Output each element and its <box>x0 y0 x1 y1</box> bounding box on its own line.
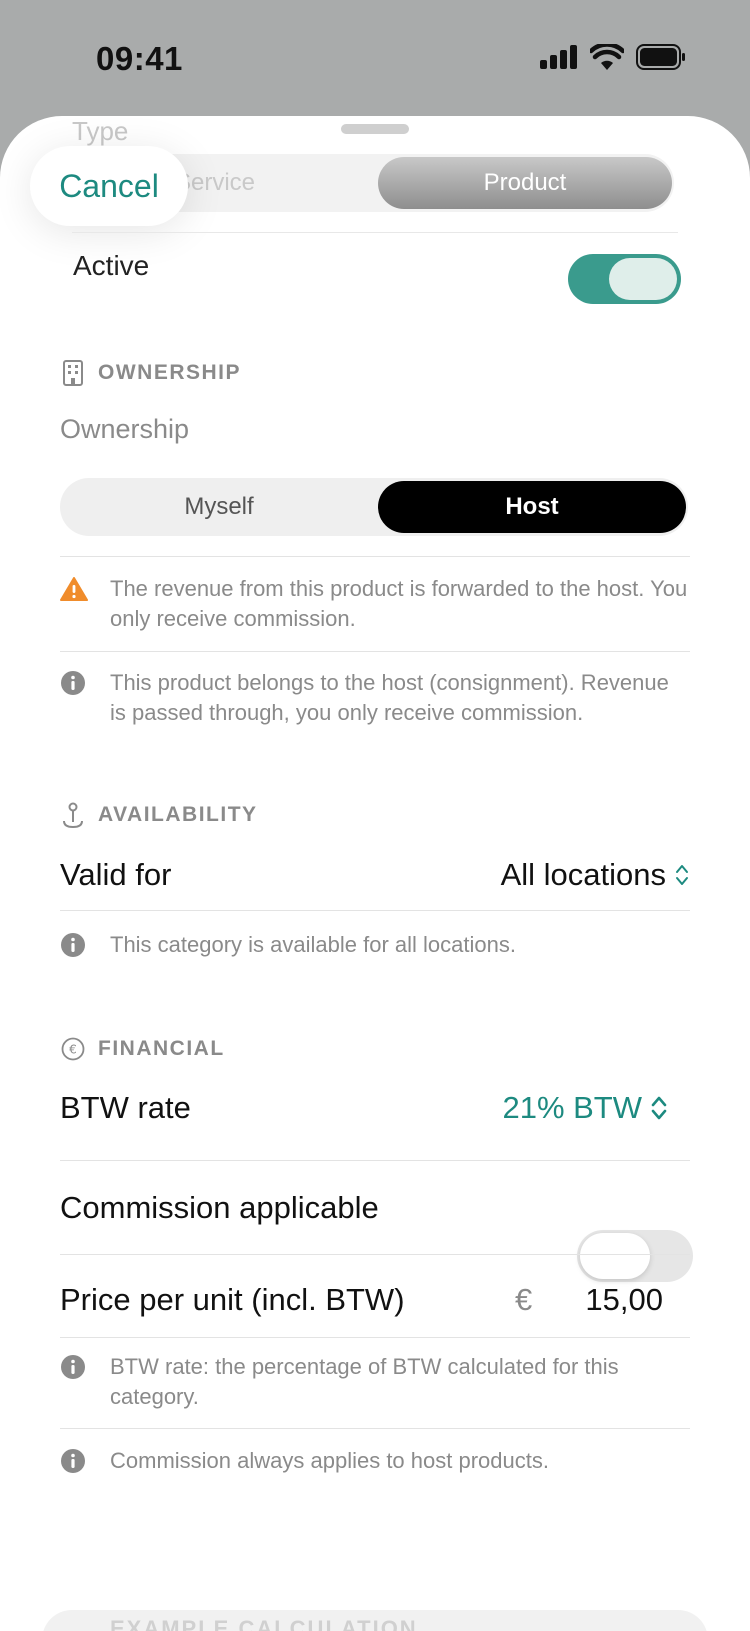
valid-for-row[interactable]: Valid for All locations <box>60 845 690 905</box>
valid-for-picker[interactable]: All locations <box>501 845 690 905</box>
price-input[interactable]: 15,00 <box>585 1270 663 1330</box>
divider <box>60 1428 690 1429</box>
warning-icon <box>60 576 90 606</box>
wifi-icon <box>590 44 624 70</box>
info-icon <box>60 1354 90 1384</box>
divider <box>60 651 690 652</box>
commission-row: Commission applicable <box>60 1178 690 1238</box>
type-label: Type <box>72 116 129 146</box>
financial-section-header: € FINANCIAL <box>60 1036 225 1062</box>
note-text: The revenue from this product is forward… <box>110 576 688 631</box>
toggle-knob <box>609 258 677 300</box>
ownership-option-host[interactable]: Host <box>378 481 686 533</box>
battery-icon <box>636 44 685 70</box>
price-label: Price per unit (incl. BTW) <box>60 1282 405 1317</box>
chevron-up-down-icon <box>651 1096 667 1120</box>
note-text: BTW rate: the percentage of BTW calculat… <box>110 1354 619 1409</box>
currency-symbol: € <box>515 1282 533 1317</box>
btw-rate-value: 21% BTW <box>502 1090 642 1125</box>
active-toggle[interactable] <box>568 254 681 304</box>
ownership-label: Ownership <box>60 414 190 444</box>
active-label: Active <box>73 250 150 281</box>
info-icon <box>60 1448 90 1478</box>
cancel-button[interactable]: Cancel <box>30 146 188 226</box>
price-row: Price per unit (incl. BTW) € 15,00 <box>60 1270 690 1330</box>
divider <box>60 1254 690 1255</box>
note-text: This category is available for all locat… <box>110 932 516 957</box>
divider <box>60 1160 690 1161</box>
ownership-warning-note: The revenue from this product is forward… <box>60 574 690 634</box>
euro-circle-icon: € <box>60 1036 86 1062</box>
chevron-up-down-icon <box>676 865 688 885</box>
next-section-title: EXAMPLE CALCULATION <box>110 1616 418 1631</box>
building-icon <box>60 360 86 386</box>
divider <box>60 556 690 557</box>
status-icons <box>540 44 686 70</box>
note-text: This product belongs to the host (consig… <box>110 670 669 725</box>
btw-info-note: BTW rate: the percentage of BTW calculat… <box>60 1352 690 1412</box>
note-text: Commission always applies to host produc… <box>110 1448 549 1473</box>
type-option-product[interactable]: Product <box>378 157 672 209</box>
ownership-info-note: This product belongs to the host (consig… <box>60 668 690 728</box>
info-icon <box>60 670 90 700</box>
cellular-signal-icon <box>540 45 577 69</box>
availability-section-header: AVAILABILITY <box>60 802 258 828</box>
svg-text:€: € <box>69 1043 77 1057</box>
ownership-segmented-control[interactable]: Myself Host <box>60 478 688 536</box>
btw-rate-row[interactable]: BTW rate 21% BTW <box>60 1078 690 1138</box>
divider <box>72 232 678 233</box>
sheet-grabber[interactable] <box>341 124 409 134</box>
ownership-section-header: OWNERSHIP <box>60 360 241 386</box>
info-icon <box>60 932 90 962</box>
status-bar: 09:41 <box>0 0 750 110</box>
availability-info-note: This category is available for all locat… <box>60 930 690 962</box>
section-title: OWNERSHIP <box>98 361 242 384</box>
commission-label: Commission applicable <box>60 1190 379 1225</box>
btw-rate-picker[interactable]: 21% BTW <box>502 1078 668 1138</box>
ownership-option-myself[interactable]: Myself <box>60 478 378 536</box>
location-pin-icon <box>60 802 86 828</box>
edit-product-sheet: Type Service Product Cancel Active OWNER… <box>0 116 750 1631</box>
valid-for-value: All locations <box>500 857 666 892</box>
status-time: 09:41 <box>96 40 183 77</box>
section-title: FINANCIAL <box>98 1037 225 1060</box>
commission-info-note: Commission always applies to host produc… <box>60 1446 690 1478</box>
valid-for-label: Valid for <box>60 857 172 892</box>
divider <box>60 1337 690 1338</box>
divider <box>60 910 690 911</box>
section-title: AVAILABILITY <box>98 803 258 826</box>
btw-rate-label: BTW rate <box>60 1090 191 1125</box>
